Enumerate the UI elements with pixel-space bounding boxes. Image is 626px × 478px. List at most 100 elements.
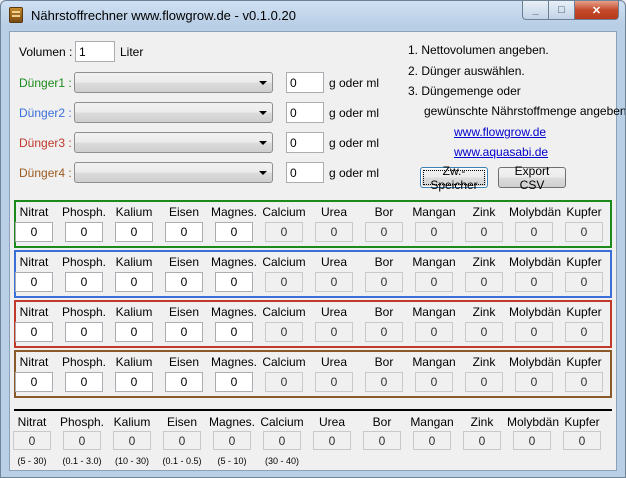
total-nutrient-label: Kupfer <box>564 415 600 429</box>
fertilizer-select[interactable] <box>74 72 273 93</box>
total-nutrient-label: Phosph. <box>59 415 105 429</box>
nutrient-value-input[interactable]: 0 <box>115 222 153 242</box>
nutrient-value-readonly: 0 <box>565 222 603 242</box>
nutrient-label: Calcium <box>262 305 306 319</box>
aquasabi-link[interactable]: www.aquasabi.de <box>454 145 548 159</box>
chevron-down-icon <box>259 141 267 145</box>
fertilizer-amount-input[interactable]: 0 <box>286 162 324 183</box>
instruction-step-3-cont: gewünschte Nährstoffmenge angeben. <box>424 104 626 118</box>
nutrient-value-readonly: 0 <box>465 272 503 292</box>
volume-label: Volumen : <box>19 45 73 59</box>
nutrient-label: Zink <box>472 355 496 369</box>
nutrient-value-input[interactable]: 0 <box>15 322 53 342</box>
fertilizer-unit: g oder ml <box>329 76 380 90</box>
nutrient-label: Bor <box>374 355 394 369</box>
nutrient-label: Magnes. <box>210 255 258 269</box>
nutrient-value-input[interactable]: 0 <box>65 372 103 392</box>
window-title: Nährstoffrechner www.flowgrow.de - v0.1.… <box>31 8 296 23</box>
nutrient-value-readonly: 0 <box>365 272 403 292</box>
totals-divider <box>14 409 612 411</box>
nutrient-value-readonly: 0 <box>315 222 353 242</box>
nutrient-label: Kalium <box>115 255 153 269</box>
close-button[interactable]: ✕ <box>575 1 619 20</box>
nutrient-label: Kalium <box>115 355 153 369</box>
nutrient-label: Nitrat <box>19 205 49 219</box>
nutrient-value-input[interactable]: 0 <box>165 272 203 292</box>
instruction-step-1: 1. Nettovolumen angeben. <box>408 43 549 57</box>
nutrient-label: Kalium <box>115 305 153 319</box>
nutrient-group-4: Nitrat 0 Phosph. 0 Kalium 0 Eisen 0 Magnes. 0 Calc… <box>14 350 612 398</box>
fertilizer-select[interactable] <box>74 102 273 123</box>
nutrient-value-readonly: 0 <box>265 272 303 292</box>
nutrient-value-input[interactable]: 0 <box>65 322 103 342</box>
title-bar[interactable]: Nährstoffrechner www.flowgrow.de - v0.1.… <box>1 1 625 31</box>
fertilizer-select[interactable] <box>74 132 273 153</box>
nutrient-value-input[interactable]: 0 <box>65 222 103 242</box>
nutrient-label: Zink <box>472 255 496 269</box>
nutrient-value-input[interactable]: 0 <box>215 322 253 342</box>
export-csv-button[interactable]: Export CSV <box>498 164 566 192</box>
fertilizer-amount-input[interactable]: 0 <box>286 72 324 93</box>
nutrient-value-input[interactable]: 0 <box>215 272 253 292</box>
nutrient-label: Nitrat <box>19 355 49 369</box>
nutrient-value-input[interactable]: 0 <box>165 372 203 392</box>
maximize-button[interactable]: □ <box>549 1 575 20</box>
nutrient-value-readonly: 0 <box>415 272 453 292</box>
client-area: Volumen : 1 Liter Dünger1 : 0 g oder ml Dün… <box>9 31 625 471</box>
total-nutrient-label: Eisen <box>166 415 198 429</box>
save-button[interactable]: Zw.-Speicher <box>420 164 488 192</box>
fertilizer-label: Dünger3 : <box>19 136 72 150</box>
minimize-button[interactable]: _ <box>522 1 549 20</box>
fertilizer-label: Dünger4 : <box>19 166 72 180</box>
app-window: Nährstoffrechner www.flowgrow.de - v0.1.… <box>0 0 626 478</box>
nutrient-value-readonly: 0 <box>515 272 553 292</box>
nutrient-label: Kupfer <box>566 205 602 219</box>
nutrient-value-readonly: 0 <box>265 372 303 392</box>
nutrient-value-input[interactable]: 0 <box>15 372 53 392</box>
volume-unit: Liter <box>120 45 144 59</box>
nutrient-value-readonly: 0 <box>515 222 553 242</box>
nutrient-value-input[interactable]: 0 <box>115 372 153 392</box>
nutrient-label: Calcium <box>262 355 306 369</box>
total-value: 0 <box>213 431 251 450</box>
total-nutrient-label: Zink <box>470 415 494 429</box>
nutrient-label: Magnes. <box>210 355 258 369</box>
total-value: 0 <box>13 431 51 450</box>
nutrient-value-input[interactable]: 0 <box>165 222 203 242</box>
nutrient-value-readonly: 0 <box>315 372 353 392</box>
nutrient-value-input[interactable]: 0 <box>115 272 153 292</box>
total-value: 0 <box>313 431 351 450</box>
nutrient-value-input[interactable]: 0 <box>15 222 53 242</box>
fertilizer-select[interactable] <box>74 162 273 183</box>
total-nutrient-label: Kalium <box>113 415 151 429</box>
fertilizer-amount-input[interactable]: 0 <box>286 102 324 123</box>
nutrient-value-readonly: 0 <box>265 322 303 342</box>
nutrient-value-input[interactable]: 0 <box>65 272 103 292</box>
fertilizer-unit: g oder ml <box>329 136 380 150</box>
nutrient-label: Eisen <box>168 305 200 319</box>
chevron-down-icon <box>259 171 267 175</box>
nutrient-label: Calcium <box>262 255 306 269</box>
nutrient-label: Kupfer <box>566 255 602 269</box>
volume-input[interactable]: 1 <box>75 41 115 62</box>
maximize-icon: □ <box>558 4 565 16</box>
nutrient-value-input[interactable]: 0 <box>115 322 153 342</box>
total-value: 0 <box>63 431 101 450</box>
nutrient-value-input[interactable]: 0 <box>165 322 203 342</box>
nutrient-label: Urea <box>320 205 347 219</box>
nutrient-label: Bor <box>374 255 394 269</box>
fertilizer-amount-input[interactable]: 0 <box>286 132 324 153</box>
minimize-icon: _ <box>532 4 539 16</box>
nutrient-group-3: Nitrat 0 Phosph. 0 Kalium 0 Eisen 0 Magnes. 0 Calc… <box>14 300 612 348</box>
total-nutrient-label: Mangan <box>410 415 454 429</box>
flowgrow-link[interactable]: www.flowgrow.de <box>454 125 546 139</box>
total-value: 0 <box>113 431 151 450</box>
instruction-step-2: 2. Dünger auswählen. <box>408 64 525 78</box>
nutrient-value-input[interactable]: 0 <box>215 222 253 242</box>
nutrient-value-input[interactable]: 0 <box>215 372 253 392</box>
nutrient-value-input[interactable]: 0 <box>15 272 53 292</box>
nutrient-label: Kupfer <box>566 305 602 319</box>
fertilizer-unit: g oder ml <box>329 166 380 180</box>
nutrient-label: Kupfer <box>566 355 602 369</box>
nutrient-value-readonly: 0 <box>515 372 553 392</box>
